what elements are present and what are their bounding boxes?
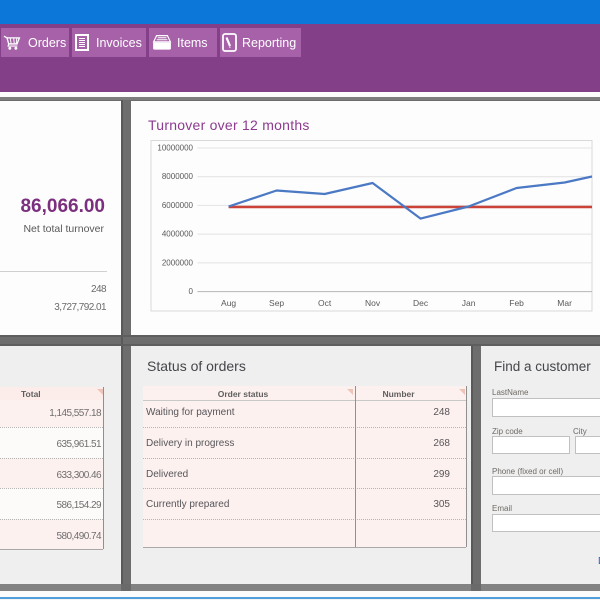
svg-text:4000000: 4000000 xyxy=(162,230,194,239)
svg-text:8000000: 8000000 xyxy=(162,172,194,181)
svg-text:2000000: 2000000 xyxy=(162,258,194,267)
svg-text:Oct: Oct xyxy=(318,298,332,308)
svg-text:6000000: 6000000 xyxy=(162,201,194,210)
svg-text:Nov: Nov xyxy=(365,298,381,308)
svg-text:Jan: Jan xyxy=(462,298,476,308)
svg-text:Dec: Dec xyxy=(413,298,429,308)
svg-text:Sep: Sep xyxy=(269,298,284,308)
svg-text:10000000: 10000000 xyxy=(157,144,193,153)
svg-text:Aug: Aug xyxy=(221,298,236,308)
svg-text:0: 0 xyxy=(189,287,194,296)
svg-text:Mar: Mar xyxy=(557,298,572,308)
svg-text:Feb: Feb xyxy=(509,298,524,308)
